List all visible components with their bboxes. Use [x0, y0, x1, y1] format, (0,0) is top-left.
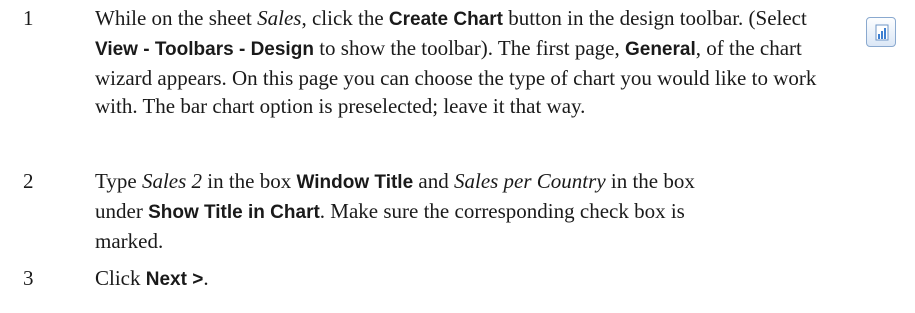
ui-term-window-title: Window Title: [296, 172, 414, 193]
step-number: 1: [23, 6, 34, 30]
bar-chart-icon: [875, 24, 889, 41]
sheet-name: Sales: [257, 6, 302, 30]
step-text: Click Next >.: [95, 266, 209, 290]
ui-term-show-title: Show Title in Chart: [148, 202, 320, 223]
ui-term-general: General: [624, 39, 696, 60]
step-number: 2: [23, 169, 34, 193]
step-text: Type Sales 2 in the box Window Title and…: [95, 169, 695, 253]
ui-term-design: Design: [250, 39, 314, 60]
ui-term-create-chart: Create Chart: [388, 9, 503, 30]
example-value: Sales 2: [141, 169, 203, 193]
example-value: Sales per Country: [453, 169, 606, 193]
ui-term-next: Next >: [145, 269, 204, 290]
ui-term-toolbars: Toolbars: [154, 39, 234, 60]
create-chart-button-icon: [866, 17, 896, 47]
step-number: 3: [23, 266, 34, 290]
step-text: While on the sheet Sales, click the Crea…: [95, 6, 817, 118]
ui-term-view: View: [95, 39, 138, 60]
